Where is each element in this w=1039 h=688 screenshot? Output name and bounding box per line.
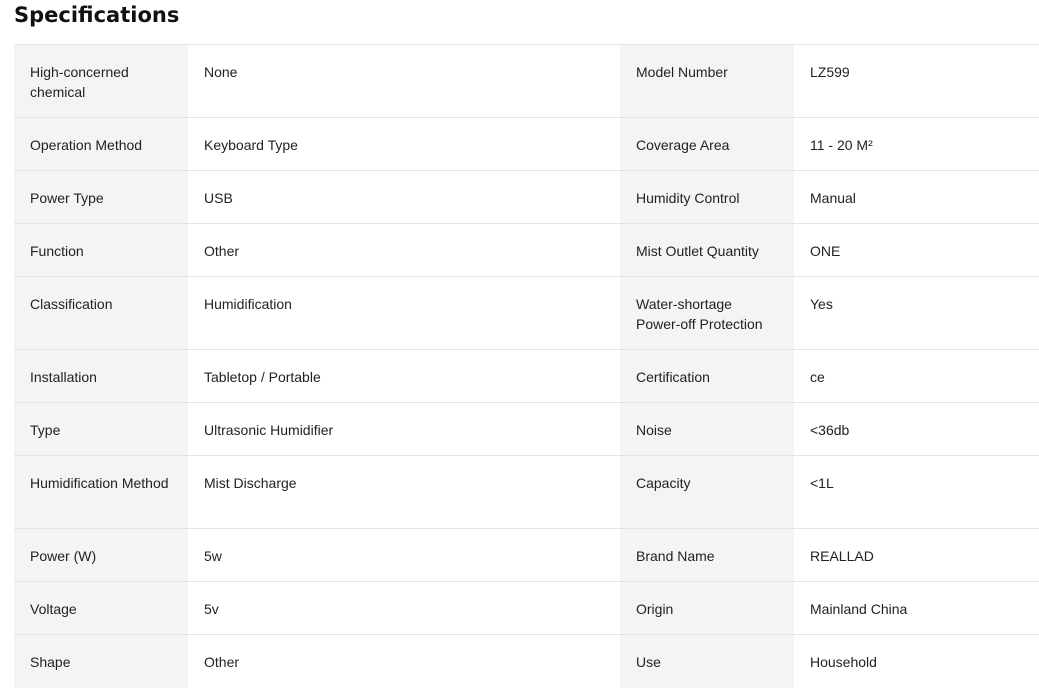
specifications-table-body: High-concerned chemical None Model Number L… xyxy=(14,44,1039,688)
table-row: Shape Other Use Household xyxy=(14,634,1039,688)
spec-label: Humidity Control xyxy=(620,170,794,224)
spec-value: LZ599 xyxy=(794,44,1039,118)
spec-value: REALLAD xyxy=(794,528,1039,582)
spec-value: ONE xyxy=(794,223,1039,277)
spec-label: Function xyxy=(14,223,188,277)
spec-value: Other xyxy=(188,223,620,277)
spec-value: Household xyxy=(794,634,1039,688)
spec-label: Type xyxy=(14,402,188,456)
table-row: Humidification Method Mist Discharge Capac… xyxy=(14,455,1039,529)
spec-value: Keyboard Type xyxy=(188,117,620,171)
table-row: High-concerned chemical None Model Number L… xyxy=(14,44,1039,118)
spec-label: Operation Method xyxy=(14,117,188,171)
spec-label: Humidification Method xyxy=(14,455,188,529)
spec-value: Humidification xyxy=(188,276,620,350)
page-title: Specifications xyxy=(14,3,180,27)
specifications-table: High-concerned chemical None Model Number L… xyxy=(14,44,1039,688)
table-row: Power Type USB Humidity Control Manual xyxy=(14,170,1039,224)
spec-label: Model Number xyxy=(620,44,794,118)
spec-label: High-concerned chemical xyxy=(14,44,188,118)
spec-label: Mist Outlet Quantity xyxy=(620,223,794,277)
spec-label: Shape xyxy=(14,634,188,688)
spec-value: Other xyxy=(188,634,620,688)
spec-value: 5v xyxy=(188,581,620,635)
spec-value: 5w xyxy=(188,528,620,582)
spec-label: Voltage xyxy=(14,581,188,635)
table-row: Power (W) 5w Brand Name REALLAD xyxy=(14,528,1039,582)
spec-value: None xyxy=(188,44,620,118)
table-row: Function Other Mist Outlet Quantity ONE xyxy=(14,223,1039,277)
spec-label: Power (W) xyxy=(14,528,188,582)
spec-value: Mist Discharge xyxy=(188,455,620,529)
spec-label: Coverage Area xyxy=(620,117,794,171)
spec-label: Classification xyxy=(14,276,188,350)
spec-value: Manual xyxy=(794,170,1039,224)
spec-value: ce xyxy=(794,349,1039,403)
spec-label: Brand Name xyxy=(620,528,794,582)
spec-label: Use xyxy=(620,634,794,688)
spec-value: <1L xyxy=(794,455,1039,529)
spec-label: Power Type xyxy=(14,170,188,224)
spec-value: Mainland China xyxy=(794,581,1039,635)
spec-value: USB xyxy=(188,170,620,224)
table-row: Operation Method Keyboard Type Coverage Ar… xyxy=(14,117,1039,171)
table-row: Installation Tabletop / Portable Certifica… xyxy=(14,349,1039,403)
spec-label: Capacity xyxy=(620,455,794,529)
spec-label: Origin xyxy=(620,581,794,635)
table-row: Voltage 5v Origin Mainland China xyxy=(14,581,1039,635)
spec-value: Tabletop / Portable xyxy=(188,349,620,403)
table-row: Classification Humidification Water-shorta… xyxy=(14,276,1039,350)
spec-value: Yes xyxy=(794,276,1039,350)
spec-value: <36db xyxy=(794,402,1039,456)
spec-label: Certification xyxy=(620,349,794,403)
spec-value: 11 - 20 M² xyxy=(794,117,1039,171)
table-row: Type Ultrasonic Humidifier Noise <36db xyxy=(14,402,1039,456)
spec-value: Ultrasonic Humidifier xyxy=(188,402,620,456)
spec-label: Installation xyxy=(14,349,188,403)
spec-label: Noise xyxy=(620,402,794,456)
spec-label: Water-shortage Power-off Protection xyxy=(620,276,794,350)
